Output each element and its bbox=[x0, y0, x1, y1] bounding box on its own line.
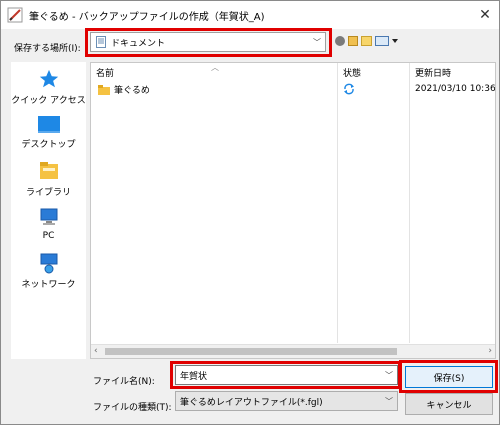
back-icon[interactable] bbox=[335, 36, 345, 46]
library-icon bbox=[39, 162, 58, 179]
chevron-down-icon: ﹀ bbox=[385, 396, 393, 406]
column-divider[interactable] bbox=[337, 63, 338, 343]
place-network[interactable]: ネットワーク bbox=[11, 252, 86, 290]
view-menu-icon[interactable] bbox=[375, 36, 389, 46]
place-label: PC bbox=[42, 231, 55, 241]
desktop-icon bbox=[37, 116, 60, 133]
place-library[interactable]: ライブラリ bbox=[11, 160, 86, 198]
place-label: ネットワーク bbox=[21, 280, 76, 290]
folder-icon bbox=[98, 84, 110, 95]
documents-icon bbox=[96, 36, 106, 48]
file-list[interactable]: ︿ 名前 状態 更新日時 筆ぐるめ 2021/03/10 10:36 ‹ › bbox=[90, 62, 496, 359]
sync-icon bbox=[344, 83, 354, 95]
column-divider[interactable] bbox=[409, 63, 410, 343]
cancel-button[interactable]: キャンセル bbox=[405, 393, 493, 415]
save-dialog: 筆ぐるめ - バックアップファイルの作成（年賀状_A) ✕ 保存する場所(I):… bbox=[0, 0, 500, 425]
modified-date: 2021/03/10 10:36 bbox=[415, 84, 496, 94]
column-header-name[interactable]: 名前 bbox=[96, 66, 114, 79]
close-icon: ✕ bbox=[479, 7, 491, 23]
horizontal-scrollbar[interactable]: ‹ › bbox=[91, 344, 495, 358]
chevron-down-icon: ﹀ bbox=[313, 37, 321, 47]
window-title: 筆ぐるめ - バックアップファイルの作成（年賀状_A) bbox=[29, 11, 265, 23]
sort-ascending-icon: ︿ bbox=[211, 63, 219, 72]
status-cell bbox=[343, 83, 355, 98]
scroll-right-icon[interactable]: › bbox=[488, 346, 492, 356]
place-label: デスクトップ bbox=[21, 140, 76, 150]
up-folder-icon[interactable] bbox=[348, 36, 358, 46]
app-icon bbox=[7, 7, 23, 23]
place-quick-access[interactable]: クイック アクセス bbox=[11, 68, 86, 106]
place-pc[interactable]: PC bbox=[11, 206, 86, 241]
column-header-status[interactable]: 状態 bbox=[343, 66, 361, 79]
filetype-select[interactable]: 筆ぐるめレイアウトファイル(*.fgl) ﹀ bbox=[175, 391, 398, 411]
dropdown-arrow-icon[interactable] bbox=[392, 39, 398, 43]
place-label: ライブラリ bbox=[25, 188, 71, 198]
place-label: クイック アクセス bbox=[11, 96, 86, 106]
file-name: 筆ぐるめ bbox=[114, 86, 150, 96]
scroll-left-icon[interactable]: ‹ bbox=[94, 346, 98, 356]
save-button[interactable]: 保存(S) bbox=[405, 366, 493, 388]
nav-toolbar bbox=[335, 33, 398, 49]
cancel-label: キャンセル bbox=[426, 400, 472, 411]
list-item[interactable]: 筆ぐるめ 2021/03/10 10:36 bbox=[91, 81, 495, 97]
scrollbar-thumb[interactable] bbox=[105, 348, 397, 355]
file-name-cell: 筆ぐるめ bbox=[98, 83, 150, 96]
star-icon bbox=[39, 69, 58, 88]
location-value: ドキュメント bbox=[111, 38, 166, 49]
close-button[interactable]: ✕ bbox=[475, 5, 495, 25]
filetype-value: 筆ぐるめレイアウトファイル(*.fgl) bbox=[180, 397, 323, 408]
filename-value[interactable]: 年賀状 bbox=[176, 369, 381, 382]
chevron-down-icon[interactable]: ﹀ bbox=[381, 370, 397, 381]
pc-icon bbox=[40, 208, 57, 225]
location-label: 保存する場所(I): bbox=[14, 44, 81, 54]
network-icon bbox=[40, 253, 57, 274]
save-label: 保存(S) bbox=[433, 373, 465, 384]
title-bar: 筆ぐるめ - バックアップファイルの作成（年賀状_A) ✕ bbox=[1, 1, 499, 29]
new-folder-icon[interactable] bbox=[361, 36, 372, 46]
filename-input[interactable]: 年賀状 ﹀ bbox=[175, 365, 398, 385]
filetype-label: ファイルの種類(T): bbox=[93, 403, 172, 413]
location-combobox[interactable]: ドキュメント ﹀ bbox=[90, 32, 326, 52]
filename-label: ファイル名(N): bbox=[93, 377, 155, 387]
places-bar: クイック アクセス デスクトップ ライブラリ PC ネットワーク bbox=[11, 62, 86, 359]
place-desktop[interactable]: デスクトップ bbox=[11, 114, 86, 150]
column-header-modified[interactable]: 更新日時 bbox=[415, 66, 451, 79]
